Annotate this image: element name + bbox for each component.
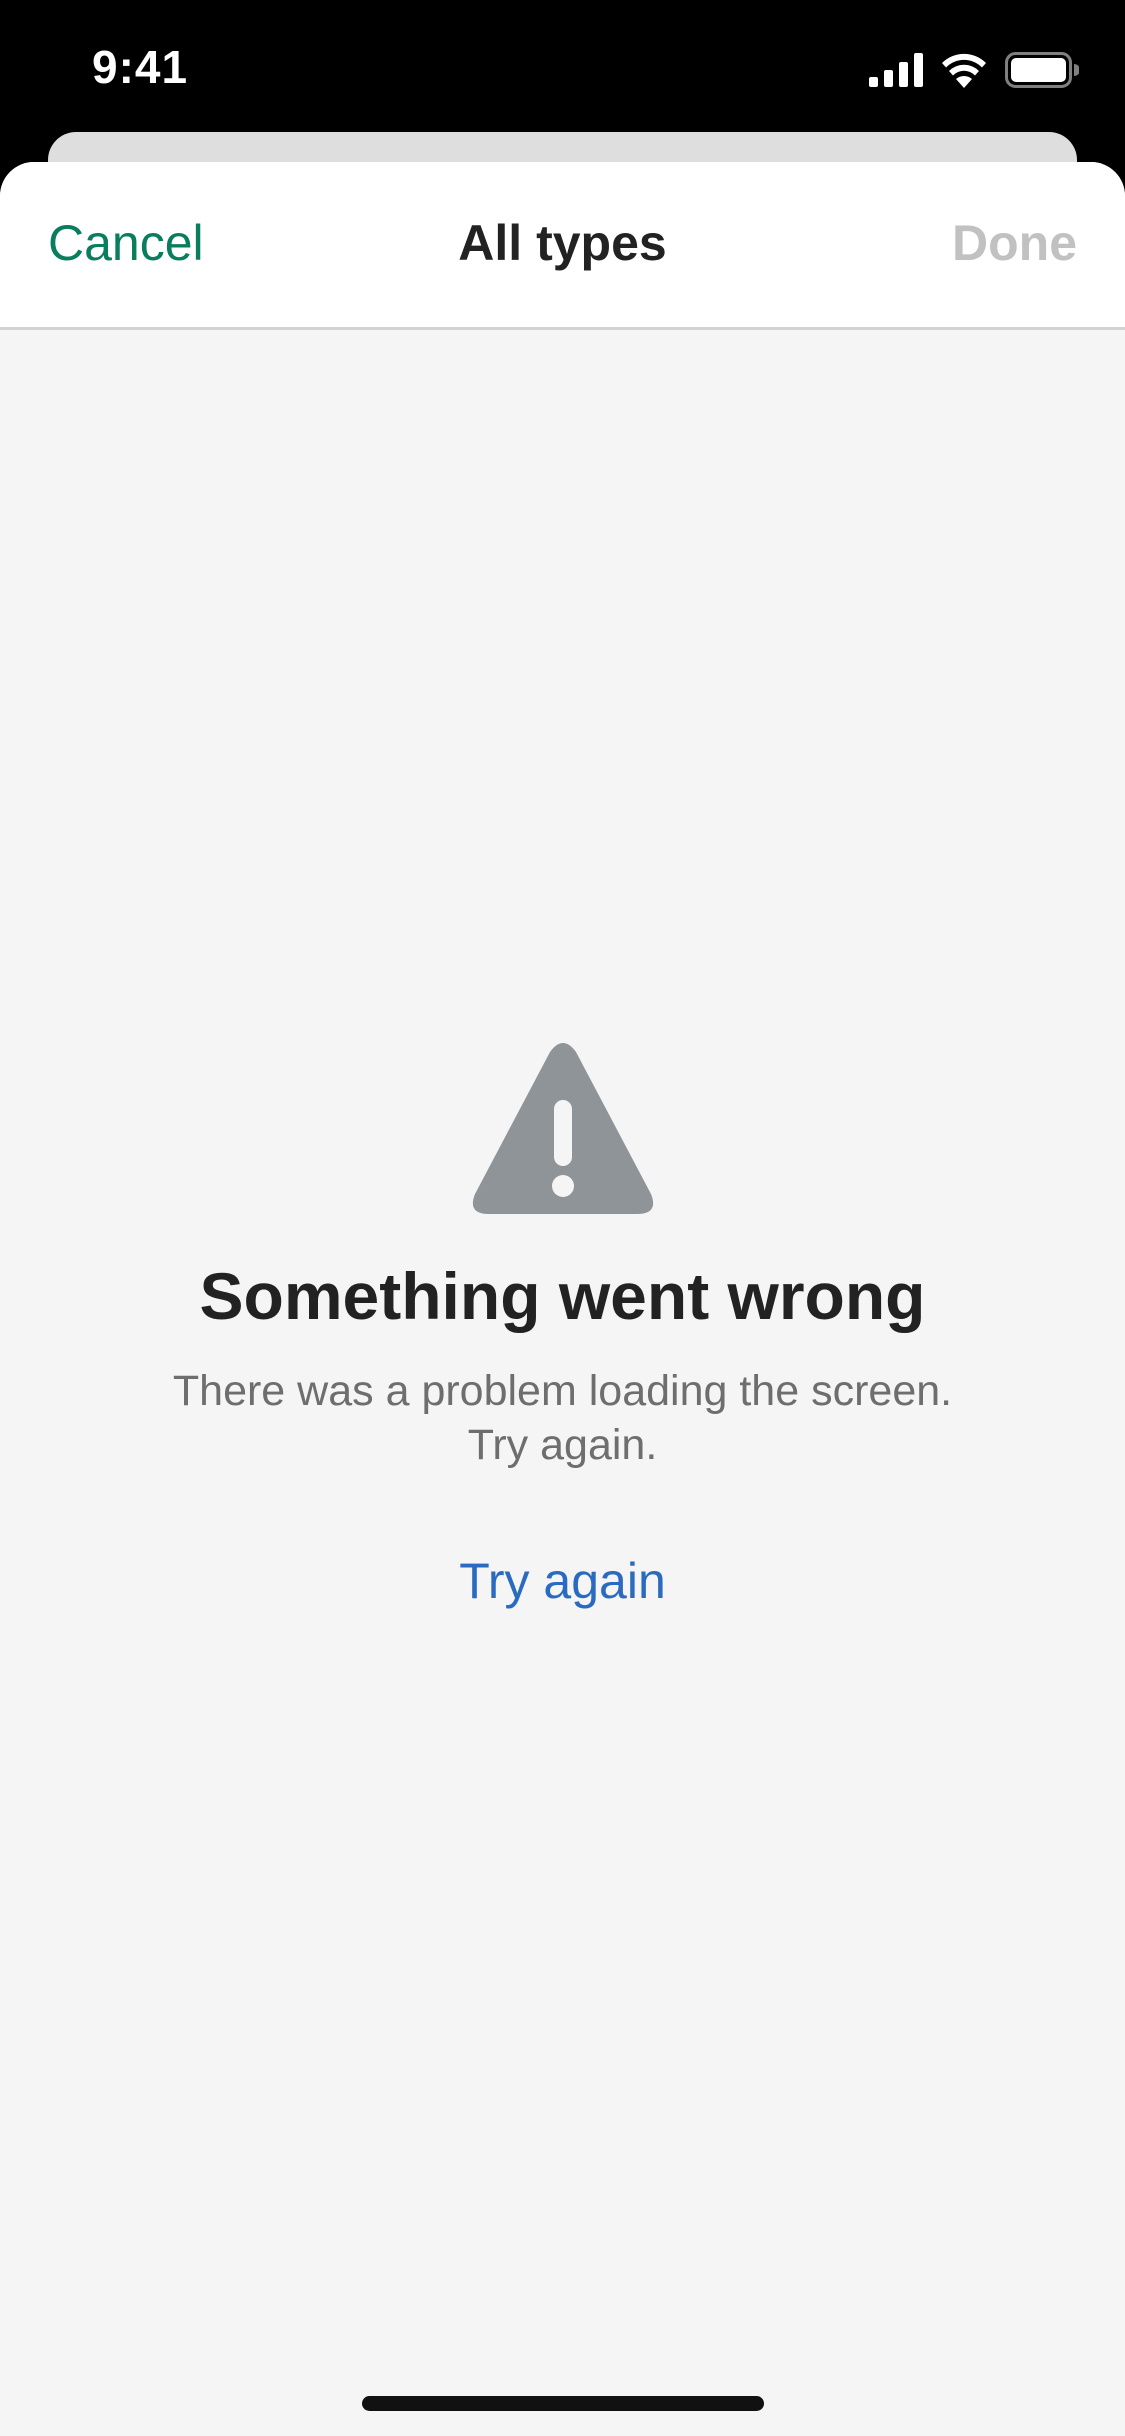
battery-icon xyxy=(1005,52,1079,88)
modal-sheet: Cancel All types Done Something went wro… xyxy=(0,162,1125,2436)
error-message-line: Try again. xyxy=(467,1421,658,1469)
error-message-line: There was a problem loading the screen. xyxy=(172,1367,953,1415)
try-again-button[interactable]: Try again xyxy=(459,1552,666,1610)
error-title: Something went wrong xyxy=(199,1259,926,1333)
cancel-button[interactable]: Cancel xyxy=(48,214,204,272)
warning-triangle-icon xyxy=(472,1043,653,1214)
home-indicator[interactable] xyxy=(362,2396,764,2411)
status-icons xyxy=(869,50,1079,90)
status-bar: 9:41 xyxy=(0,0,1125,132)
error-state: Something went wrong There was a problem… xyxy=(0,1042,1125,1610)
done-button[interactable]: Done xyxy=(952,214,1077,272)
nav-bar: Cancel All types Done xyxy=(0,162,1125,330)
status-time: 9:41 xyxy=(92,41,189,93)
error-message: There was a problem loading the screen. … xyxy=(113,1364,1013,1472)
wifi-icon xyxy=(942,53,986,88)
screen: 9:41 Cancel All types Done Something wen… xyxy=(0,0,1125,2436)
cellular-signal-icon xyxy=(869,53,923,87)
